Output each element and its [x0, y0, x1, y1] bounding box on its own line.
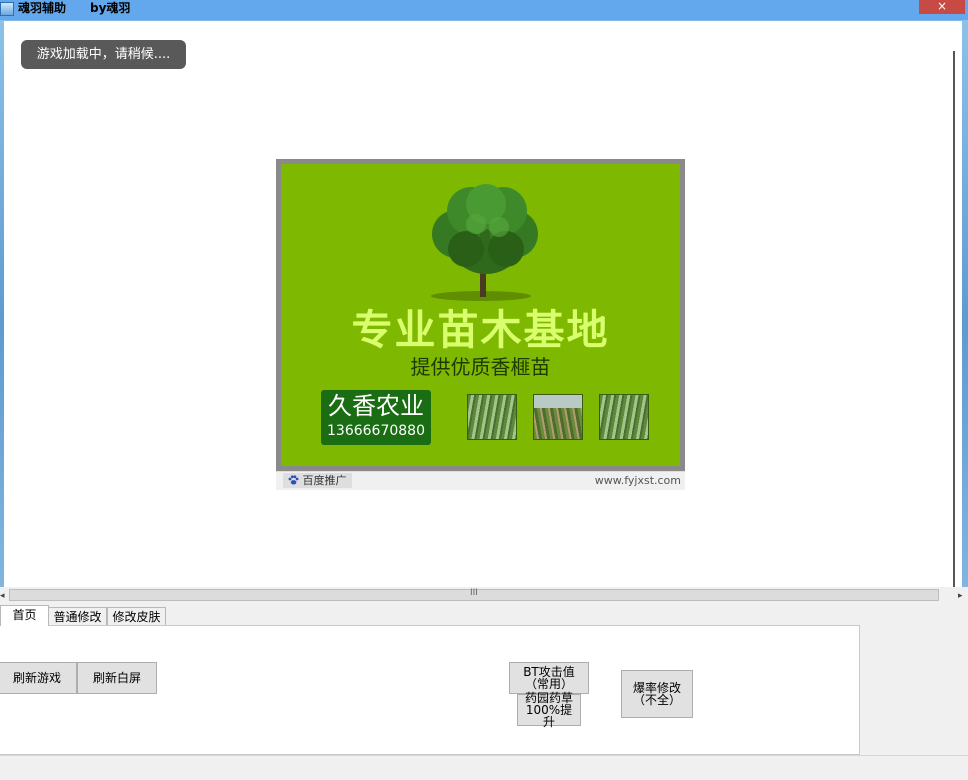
control-panel: 首页 普通修改 修改皮肤 刷新游戏 刷新白屏 BT攻击值（常用） 药园药草100…	[0, 604, 968, 780]
baidu-promo-label: 百度推广	[302, 474, 347, 487]
ad-subline: 提供优质香榧苗	[410, 355, 551, 379]
ad-footer: 百度推广 www.fyjxst.com	[276, 471, 685, 490]
app-icon	[0, 2, 14, 16]
close-icon: ×	[936, 0, 948, 13]
scrollbar-thumb[interactable]: III	[9, 588, 939, 601]
tab-page-home: 刷新游戏 刷新白屏 BT攻击值（常用） 药园药草100%提升 爆率修改（不全）	[0, 625, 860, 755]
paw-icon	[288, 475, 299, 485]
ad-image: 专业苗木基地 提供优质香榧苗 久香农业 13666670880	[281, 164, 680, 466]
title-bar: 魂羽辅助 by魂羽 ×	[0, 0, 968, 20]
close-button[interactable]: ×	[919, 0, 965, 14]
tab-modify-skin[interactable]: 修改皮肤	[107, 607, 166, 625]
ad-url[interactable]: www.fyjxst.com	[595, 473, 681, 488]
loading-toast: 游戏加载中，请稍候....	[21, 40, 186, 69]
baidu-promo-badge: 百度推广	[283, 473, 352, 488]
herb-boost-button[interactable]: 药园药草100%提升	[517, 692, 581, 728]
horizontal-scrollbar[interactable]: ◂ III ▸	[0, 587, 968, 604]
tab-normal-modify[interactable]: 普通修改	[48, 607, 107, 625]
ad-thumbnail	[599, 394, 649, 440]
refresh-game-button[interactable]: 刷新游戏	[0, 662, 77, 694]
window-title: 魂羽辅助	[18, 1, 67, 15]
refresh-white-button[interactable]: 刷新白屏	[77, 662, 157, 694]
vertical-scrollbar[interactable]	[953, 51, 955, 607]
ad-thumbnail	[467, 394, 517, 440]
brand-box: 久香农业 13666670880	[321, 390, 431, 445]
ad-headline: 专业苗木基地	[351, 306, 610, 354]
window-author: by魂羽	[90, 1, 131, 15]
brand-phone: 13666670880	[327, 423, 425, 439]
tree-image	[431, 184, 538, 301]
bt-attack-button[interactable]: BT攻击值（常用）	[509, 662, 589, 694]
grip-icon: III	[470, 588, 478, 598]
drop-rate-button[interactable]: 爆率修改（不全）	[621, 670, 693, 718]
brand-name: 久香农业	[328, 392, 424, 420]
status-bar	[0, 755, 968, 777]
ad-banner[interactable]: 专业苗木基地 提供优质香榧苗 久香农业 13666670880 百度推广 www…	[276, 159, 685, 490]
game-webview[interactable]: 游戏加载中，请稍候.... 专业苗木基地 提供优质香榧苗 久香农业 136666…	[4, 21, 962, 607]
ad-thumbnail	[533, 394, 583, 440]
scroll-left-icon[interactable]: ◂	[0, 591, 5, 601]
tab-home[interactable]: 首页	[0, 605, 49, 626]
scroll-right-icon[interactable]: ▸	[958, 591, 963, 601]
